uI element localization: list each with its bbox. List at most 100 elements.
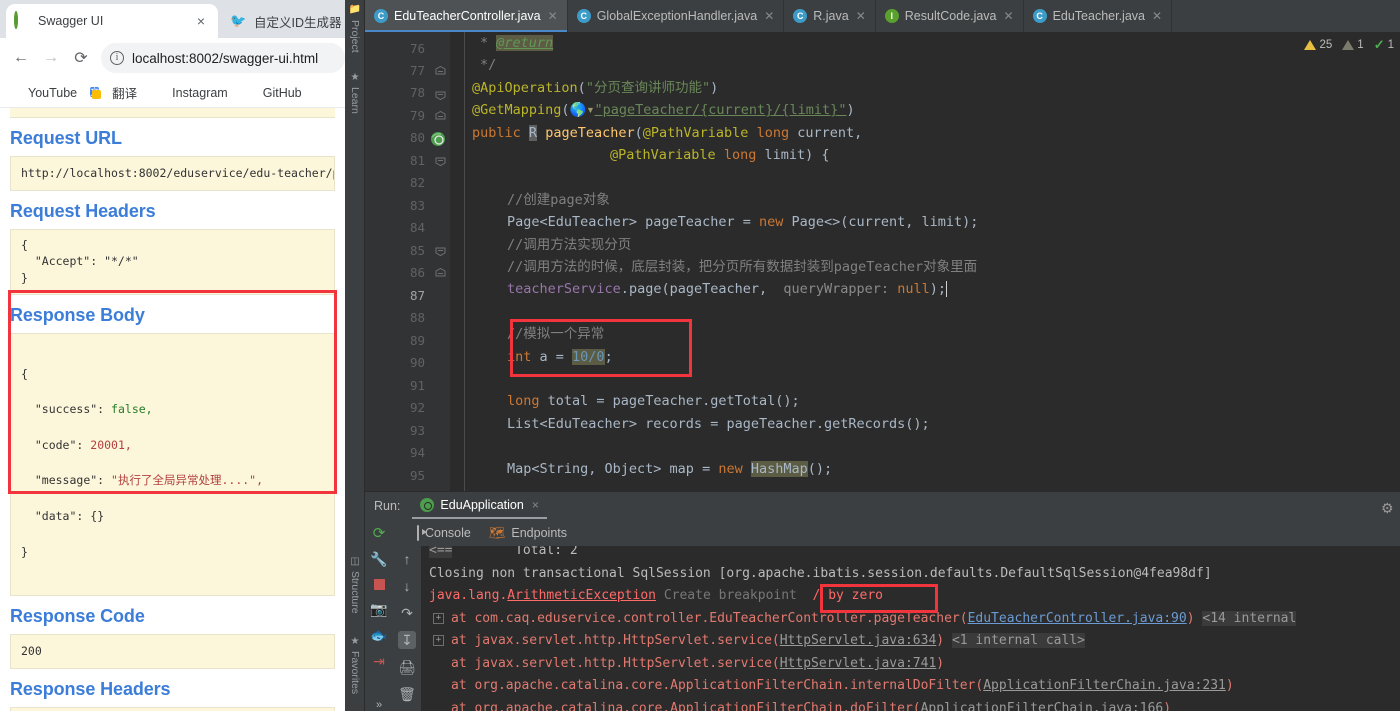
reload-icon[interactable]: ⟳	[66, 43, 96, 73]
tab-globalexceptionhandler[interactable]: C GlobalExceptionHandler.java ✕	[568, 0, 785, 32]
rerun-icon[interactable]: ⟳	[370, 524, 388, 542]
warnings-count[interactable]: 25	[1304, 39, 1332, 51]
close-icon[interactable]: ✕	[1152, 9, 1162, 23]
run-subtab-bar: Console 🗺 Endpoints	[417, 520, 585, 546]
run-config-name: EduApplication	[440, 497, 524, 512]
bookmark-youtube[interactable]: YouTube	[6, 84, 77, 101]
code-line-78: @ApiOperation("分页查询讲师功能")	[472, 79, 719, 96]
back-icon[interactable]: ←	[6, 43, 36, 73]
code-line-79: @GetMapping(🌎▾"pageTeacher/{current}/{li…	[472, 102, 855, 119]
sidebar-item-learn[interactable]: ★ Learn	[345, 72, 365, 130]
line-number: 88	[409, 310, 425, 325]
instagram-icon	[150, 84, 167, 101]
scroll-to-end-icon[interactable]: ↧	[398, 631, 416, 649]
soft-wrap-icon[interactable]: ↷	[398, 604, 416, 622]
line-number: 79	[409, 108, 425, 123]
code-text-layer[interactable]: * @return */ @ApiOperation("分页查询讲师功能") @…	[450, 32, 1400, 491]
tab-label: R.java	[813, 9, 849, 23]
console-line-exception: java.lang.ArithmeticException Create bre…	[429, 588, 883, 603]
bookmark-label: YouTube	[28, 85, 78, 100]
close-icon[interactable]: ✕	[548, 9, 558, 23]
tab-endpoints[interactable]: 🗺 Endpoints	[489, 525, 567, 541]
fold-marker-up[interactable]	[435, 262, 446, 284]
run-toolbar-left: ⟳ 🔧 📷 🐟 ⇥ »	[365, 520, 393, 711]
fold-marker-down[interactable]	[435, 240, 446, 262]
run-config-tab-eduapplication[interactable]: EduApplication ×	[412, 492, 547, 519]
debug-frog-icon[interactable]: 🐟	[370, 627, 388, 644]
line-number: 82	[409, 175, 425, 190]
tab-label: Endpoints	[511, 526, 567, 540]
java-interface-icon: I	[884, 9, 899, 23]
forward-icon[interactable]: →	[36, 43, 66, 73]
close-icon[interactable]: ×	[532, 498, 539, 512]
gear-icon[interactable]: ⚙	[1381, 500, 1397, 516]
tab-resultcode[interactable]: I ResultCode.java ✕	[876, 0, 1024, 32]
close-icon[interactable]: ✕	[856, 9, 866, 23]
browser-tab-id-generator[interactable]: 🐦 自定义ID生成器 |	[222, 4, 345, 38]
line-number: 89	[409, 333, 425, 348]
console-line-trace-2: + at javax.servlet.http.HttpServlet.servi…	[433, 630, 1085, 652]
line-number: 91	[409, 378, 425, 393]
fold-marker-down[interactable]	[435, 150, 446, 172]
warning-triangle-icon	[1304, 40, 1317, 50]
ide-tool-window-strip: 📁 Project ★ Learn ◫ Structure ★ Favorite…	[345, 0, 365, 711]
scroll-up-icon[interactable]: ↑	[398, 550, 416, 568]
youtube-icon	[6, 84, 23, 101]
tab-r[interactable]: C R.java ✕	[784, 0, 876, 32]
code-line-84: Page<EduTeacher> pageTeacher = new Page<…	[507, 214, 979, 231]
sidebar-item-favorites[interactable]: ★ Favorites	[345, 636, 365, 708]
run-tool-window: Run: EduApplication × Console 🗺 Endpoint…	[365, 491, 1400, 711]
close-icon[interactable]: ×	[192, 12, 210, 30]
console-line-trace-3: at javax.servlet.http.HttpServlet.servic…	[451, 656, 945, 671]
bookmark-github[interactable]: GitHub	[241, 84, 302, 101]
swagger-response-panel: Request URL http://localhost:8002/eduser…	[0, 108, 345, 711]
fold-marker-down[interactable]	[435, 84, 446, 106]
line-number: 92	[409, 400, 425, 415]
browser-tab-swagger-ui[interactable]: Swagger UI ×	[6, 4, 218, 38]
fold-marker-up[interactable]	[435, 105, 446, 127]
bookmark-google[interactable]	[315, 84, 337, 101]
json-val-message: "执行了全局异常处理....",	[111, 473, 264, 488]
run-toolbar-inner: ↑ ↓ ↷ ↧ 🖨 🗑	[393, 546, 421, 711]
expand-frames-icon[interactable]: +	[433, 613, 444, 624]
tab-label: GlobalExceptionHandler.java	[596, 9, 758, 23]
spring-bean-icon[interactable]	[430, 131, 446, 147]
sidebar-item-structure[interactable]: ◫ Structure	[345, 556, 365, 632]
export-icon[interactable]: ⇥	[370, 653, 388, 670]
tab-console[interactable]: Console	[417, 525, 471, 541]
camera-icon[interactable]: 📷	[370, 601, 388, 618]
intellij-idea-window: C EduTeacherController.java ✕ C GlobalEx…	[365, 0, 1400, 711]
print-icon[interactable]: 🖨	[398, 658, 416, 676]
weak-warnings-count[interactable]: 1	[1342, 39, 1364, 51]
expand-chevrons-icon[interactable]: »	[370, 697, 388, 711]
request-headers-value: { "Accept": "*/*" }	[10, 228, 335, 295]
bookmark-translate[interactable]: 文 翻译	[90, 83, 137, 102]
inspection-ok-count[interactable]: ✓ 1	[1374, 37, 1394, 53]
code-editor[interactable]: 76 77 78 79 80 81 82 83 84 85 86 87 88 8…	[365, 32, 1400, 491]
scroll-down-icon[interactable]: ↓	[398, 577, 416, 595]
console-line-trace-1: + at com.caq.eduservice.controller.EduTea…	[433, 608, 1297, 630]
tab-eduteachercontroller[interactable]: C EduTeacherController.java ✕	[365, 0, 568, 32]
bookmark-instagram[interactable]: Instagram	[150, 84, 228, 101]
code-line-89: //模拟一个异常	[507, 326, 605, 343]
trash-icon[interactable]: 🗑	[398, 685, 416, 703]
expand-frames-icon[interactable]: +	[433, 635, 444, 646]
line-number: 90	[409, 355, 425, 370]
tab-eduteacher[interactable]: C EduTeacher.java ✕	[1024, 0, 1173, 32]
site-info-icon[interactable]: i	[110, 51, 124, 65]
screenshot-root: Swagger UI × 🐦 自定义ID生成器 | ← → ⟳ i localh…	[0, 0, 1400, 711]
inspection-ok-value: 1	[1387, 39, 1394, 51]
address-bar[interactable]: i localhost:8002/swagger-ui.html	[101, 43, 345, 73]
stop-icon[interactable]	[370, 577, 388, 592]
close-icon[interactable]: ✕	[1004, 9, 1014, 23]
browser-tab-title: 自定义ID生成器 |	[254, 15, 345, 30]
sidebar-item-label: Favorites	[349, 651, 361, 695]
fold-marker-up[interactable]	[435, 60, 446, 82]
settings-wrench-icon[interactable]: 🔧	[370, 551, 388, 568]
console-output[interactable]: <== Total: 2 Closing non transactional S…	[421, 546, 1400, 711]
inspection-status-widget[interactable]: 25 1 ✓ 1	[1297, 34, 1394, 56]
address-bar-url: localhost:8002/swagger-ui.html	[132, 50, 319, 66]
close-icon[interactable]: ✕	[764, 9, 774, 23]
checkmark-icon: ✓	[1373, 37, 1385, 52]
sidebar-item-project[interactable]: 📁 Project	[345, 4, 365, 66]
